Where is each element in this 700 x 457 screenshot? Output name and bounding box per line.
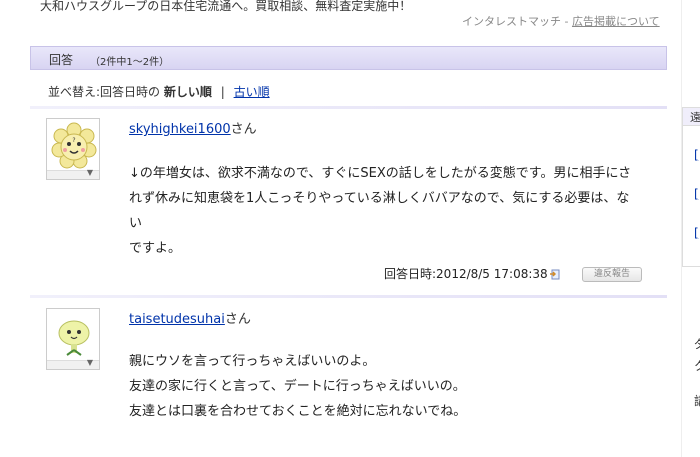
sidebar-link[interactable]: [ <box>694 187 699 201</box>
answer-text: ↓の年増女は、欲求不満なので、すぐにSEXの話しをしたがる変態です。男に相手にさ… <box>129 161 639 261</box>
answer-divider <box>30 106 667 109</box>
ad-info-link[interactable]: 広告掲載について <box>572 15 660 28</box>
avatar-menu[interactable]: ▼ <box>47 168 99 179</box>
report-button[interactable]: 違反報告 <box>582 267 642 282</box>
answer-date-label: 回答日時: <box>384 267 437 281</box>
sidebar-header-char: 遠 <box>690 111 700 124</box>
answer-line: 友達とは口裏を合わせておくことを絶対に忘れないでね。 <box>129 404 467 419</box>
avatar[interactable]: ▼ <box>46 308 100 370</box>
answer-line: 親にウソを言って行っちゃえばいいのよ。 <box>129 354 376 369</box>
answer-line: 友達の家に行くと言って、デートに行っちゃえばいいの。 <box>129 379 466 394</box>
svg-text:?: ? <box>72 137 75 144</box>
answer-item: ? ▼ skyhighkei1600さん ↓の年増女は、欲求不満なので、すぐにS… <box>30 106 667 292</box>
sort-separator: | <box>220 85 225 99</box>
answers-count: （2件中1〜2件） <box>90 57 170 68</box>
answer-line: れず休みに知恵袋を1人こっそりやっている淋しくババアなので、気にする必要は、ない <box>129 191 630 231</box>
flower-mascot-icon: ? <box>51 122 97 169</box>
sidebar-link[interactable]: [ <box>694 148 699 162</box>
chevron-down-icon: ▼ <box>86 168 93 177</box>
sidebar-link[interactable]: [ <box>694 226 699 240</box>
sort-newest: 新しい順 <box>163 85 212 99</box>
sidebar-fragment: 講 <box>694 392 700 409</box>
sidebar-box-header: 遠 <box>683 108 700 126</box>
ad-credit-prefix: インタレストマッチ - <box>462 15 572 28</box>
answer-divider <box>30 295 667 298</box>
answer-text: 親にウソを言って行っちゃえばいいのよ。 友達の家に行くと言って、デートに行っちゃ… <box>129 349 639 424</box>
sort-label: 並べ替え:回答日時の <box>48 85 161 99</box>
username-link[interactable]: skyhighkei1600 <box>129 122 231 137</box>
username-suffix: さん <box>224 312 251 327</box>
answer-item: ▼ taisetudesuhaiさん 親にウソを言って行っちゃえばいいのよ。 友… <box>30 295 667 457</box>
answer-datetime: 2012/8/5 17:08:38 <box>436 267 548 281</box>
avatar-menu[interactable]: ▼ <box>47 358 99 369</box>
avatar[interactable]: ? ▼ <box>46 118 100 180</box>
sort-oldest-link[interactable]: 古い順 <box>234 85 270 99</box>
ad-text[interactable]: 大和ハウスグループの日本住宅流通へ。買取相談、無料査定実施中！ <box>40 0 411 14</box>
answer-line: ですよ。 <box>129 241 182 256</box>
answers-header-bar: 回答 （2件中1〜2件） <box>30 46 667 70</box>
answer-meta: 回答日時:2012/8/5 17:08:38 <box>384 265 561 282</box>
chevron-down-icon: ▼ <box>86 358 93 367</box>
sort-row: 並べ替え:回答日時の 新しい順 | 古い順 <box>48 83 270 100</box>
sidebar-fragment: ク <box>694 357 700 374</box>
username-suffix: さん <box>230 122 257 137</box>
answers-title: 回答 <box>49 53 74 67</box>
answer-line: ↓の年増女は、欲求不満なので、すぐにSEXの話しをしたがる変態です。男に相手にさ <box>129 166 632 181</box>
sprout-mascot-icon <box>58 320 90 356</box>
share-icon[interactable] <box>549 268 561 280</box>
answer-user: taisetudesuhaiさん <box>129 308 251 327</box>
ad-credit: インタレストマッチ - 広告掲載について <box>462 13 660 29</box>
answer-user: skyhighkei1600さん <box>129 118 257 137</box>
sidebar-fragment: ダ <box>694 335 700 352</box>
username-link[interactable]: taisetudesuhai <box>129 312 225 327</box>
